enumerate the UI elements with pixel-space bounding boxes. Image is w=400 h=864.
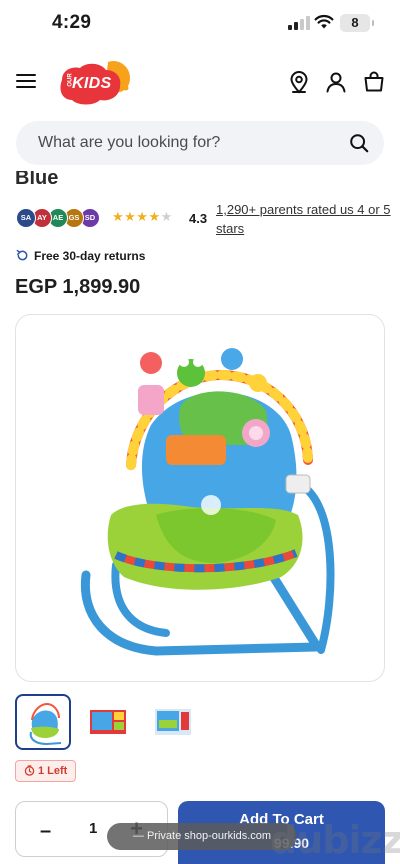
returns-text: Free 30-day returns bbox=[34, 249, 146, 263]
clock-icon bbox=[24, 765, 35, 776]
thumbnail-3[interactable] bbox=[145, 694, 201, 750]
search-icon[interactable] bbox=[348, 132, 370, 154]
shopping-bag-icon[interactable] bbox=[362, 70, 386, 94]
battery-indicator: 8 bbox=[340, 14, 374, 32]
product-title: Blue bbox=[15, 171, 59, 189]
search-bar[interactable]: What are you looking for? bbox=[16, 121, 384, 165]
reviewer-avatar: SA bbox=[16, 208, 36, 228]
rating-stars: ★★★★★ bbox=[112, 209, 173, 224]
decrease-quantity-button[interactable]: – bbox=[40, 820, 51, 843]
quantity-value: 1 bbox=[89, 820, 98, 837]
reviews-link[interactable]: 1,290+ parents rated us 4 or 5 stars bbox=[216, 200, 392, 238]
status-time: 4:29 bbox=[52, 12, 92, 33]
watermark: dubizzle bbox=[270, 818, 400, 862]
product-main-image[interactable] bbox=[15, 314, 385, 682]
thumbnail-box-image bbox=[90, 710, 126, 734]
product-price: EGP 1,899.90 bbox=[15, 276, 141, 298]
returns-info: Free 30-day returns bbox=[16, 249, 145, 263]
stock-text: 1 Left bbox=[38, 765, 68, 777]
ourkids-logo[interactable]: OUR KIDS bbox=[56, 58, 136, 108]
browser-address-pill[interactable]: — Private shop-ourkids.com bbox=[107, 823, 297, 850]
user-account-icon[interactable] bbox=[324, 70, 348, 94]
thumbnail-rocker-image bbox=[29, 702, 62, 746]
location-pin-icon[interactable] bbox=[287, 70, 311, 94]
rating-value: 4.3 bbox=[189, 211, 208, 226]
thumbnail-1[interactable] bbox=[15, 694, 71, 750]
status-bar: 4:29 8 bbox=[0, 0, 400, 48]
menu-icon[interactable] bbox=[16, 72, 36, 90]
baby-rocker-illustration bbox=[80, 348, 335, 656]
thumbnail-box-image bbox=[155, 709, 191, 735]
site-header: OUR KIDS bbox=[0, 52, 400, 114]
refresh-icon bbox=[16, 249, 28, 261]
signal-icon bbox=[288, 16, 310, 30]
stock-badge: 1 Left bbox=[15, 760, 77, 782]
search-placeholder[interactable]: What are you looking for? bbox=[38, 134, 220, 152]
logo-text: KIDS bbox=[72, 75, 112, 92]
wifi-icon bbox=[314, 14, 334, 29]
thumbnail-2[interactable] bbox=[80, 694, 136, 750]
reviewer-avatars: SA AY AE GS SD bbox=[16, 208, 108, 228]
